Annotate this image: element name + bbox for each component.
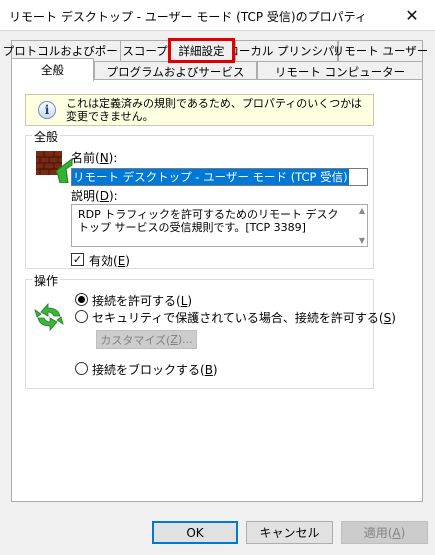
general-group: 全般 名前(N): リモート デスクトップ - ユーザー モード (TCP 受信… (25, 128, 374, 269)
customize-button[interactable]: カスタマイズ(Z)... (96, 330, 197, 349)
enabled-label[interactable]: 有効(E) (89, 252, 130, 269)
scroll-up-icon[interactable]: ▲ (359, 206, 365, 215)
info-text-line1: これは定義済みの規則であるため、プロパティのいくつかは (66, 97, 362, 110)
info-icon: i (38, 101, 56, 119)
description-field[interactable]: RDP トラフィックを許可するためのリモート デスクトップ サービスの受信規則で… (71, 204, 368, 247)
block-label[interactable]: 接続をブロックする(B) (92, 361, 218, 378)
description-label: 説明(D): (71, 189, 118, 203)
allow-secure-label[interactable]: セキュリティで保護されている場合、接続を許可する(S) (92, 309, 396, 326)
allow-secure-radio[interactable] (75, 310, 88, 323)
title-bar: リモート デスクトップ - ユーザー モード (TCP 受信)のプロパティ ✕ (0, 0, 435, 31)
name-field-value: リモート デスクトップ - ユーザー モード (TCP 受信) (72, 169, 349, 185)
tab-remote-users[interactable]: リモート ユーザー (333, 40, 428, 61)
recycle-icon (34, 302, 64, 332)
tab-local-principals[interactable]: ローカル プリンシパル (227, 40, 346, 61)
name-label: 名前(N): (71, 151, 118, 165)
apply-button[interactable]: 適用(A) (341, 521, 428, 544)
close-button[interactable]: ✕ (389, 0, 435, 31)
scroll-down-icon[interactable]: ▼ (359, 236, 365, 245)
name-field[interactable]: リモート デスクトップ - ユーザー モード (TCP 受信) (71, 168, 368, 186)
info-banner: i これは定義済みの規則であるため、プロパティのいくつかは 変更できません。 (25, 94, 374, 126)
general-group-label: 全般 (32, 128, 61, 145)
block-radio[interactable] (75, 362, 88, 375)
close-icon: ✕ (405, 6, 419, 25)
tab-scope[interactable]: スコープ (120, 40, 170, 61)
general-tab-panel: i これは定義済みの規則であるため、プロパティのいくつかは 変更できません。 全… (11, 79, 423, 502)
action-group: 操作 接続を許可する(L) セキュリティで保護されている場合、接続を許可する(S… (25, 272, 396, 389)
window-title: リモート デスクトップ - ユーザー モード (TCP 受信)のプロパティ (9, 10, 367, 24)
ok-button[interactable]: OK (152, 521, 238, 544)
firewall-icon (36, 151, 73, 183)
action-group-label: 操作 (32, 272, 61, 289)
cancel-button[interactable]: キャンセル (246, 521, 333, 544)
tab-general[interactable]: 全般 (11, 58, 94, 81)
tab-advanced[interactable]: 詳細設定 (168, 38, 235, 63)
enabled-checkbox[interactable]: ✓ (71, 253, 84, 266)
allow-radio[interactable] (75, 293, 88, 306)
checkmark-icon: ✓ (72, 253, 83, 266)
description-value: RDP トラフィックを許可するためのリモート デスクトップ サービスの受信規則で… (78, 208, 339, 234)
allow-label[interactable]: 接続を許可する(L) (92, 292, 192, 309)
info-text-line2: 変更できません。 (66, 110, 154, 123)
